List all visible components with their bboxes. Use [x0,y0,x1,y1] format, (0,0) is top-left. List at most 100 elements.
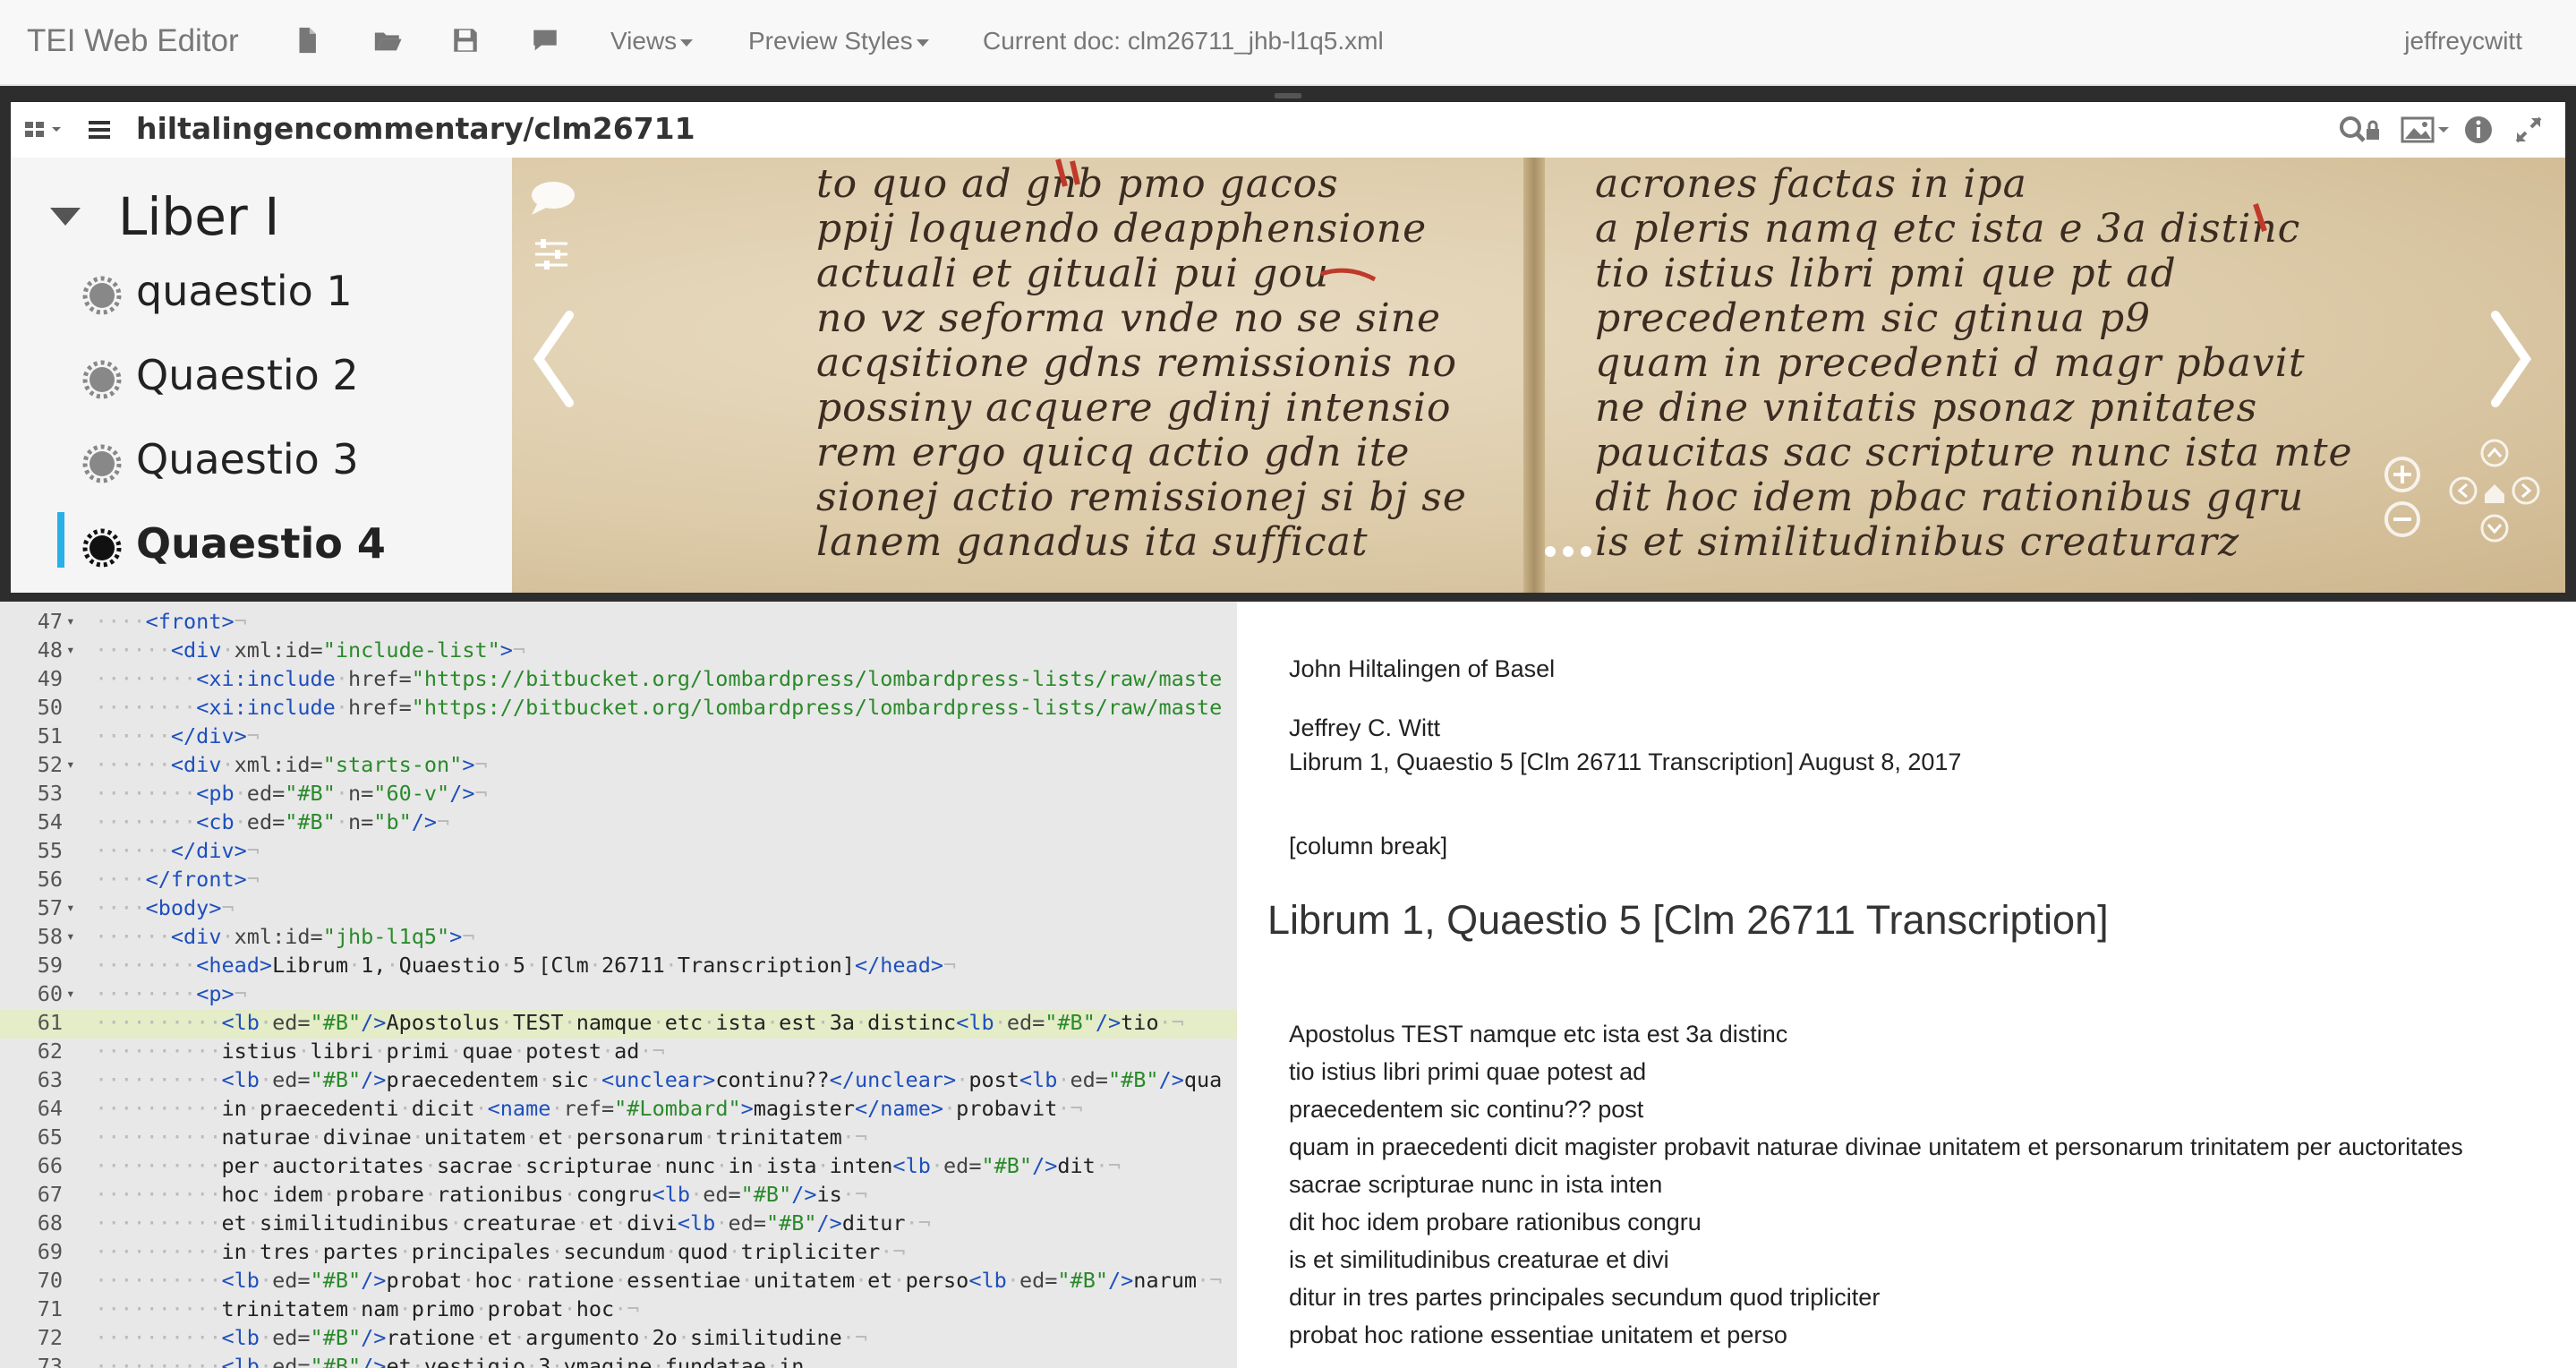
code-line[interactable]: 63 ··········<lb·ed="#B"/>praecedentem·si… [0,1067,1237,1096]
red-rubric-mark [1055,158,1080,187]
preview-styles-dropdown[interactable]: Preview Styles [748,27,929,56]
line-number: 62 [37,1039,63,1064]
search-lock-icon[interactable] [2338,115,2383,145]
code-text[interactable]: ······<div·xml:id="include-list">¬ [95,637,525,663]
preview-styles-label: Preview Styles [748,27,913,55]
code-line[interactable]: 48 ▾ ······<div·xml:id="include-list">¬ [0,637,1237,666]
code-text[interactable]: ··········<lb·ed="#B"/>praecedentem·sic·… [95,1067,1222,1092]
code-line[interactable]: 49 ········<xi:include·href="https://bitb… [0,666,1237,695]
code-text[interactable]: ········<pb·ed="#B"·n="60-v"/>¬ [95,781,488,806]
fold-toggle-icon[interactable]: ▾ [66,899,75,916]
preview-column-break: [column break] [1289,833,1448,859]
info-icon[interactable] [2463,115,2494,145]
views-dropdown[interactable]: Views [610,27,694,56]
collapse-triangle-icon[interactable] [48,206,82,227]
red-rubric-mark [2253,203,2267,232]
code-line[interactable]: 54 ········<cb·ed="#B"·n="b"/>¬ [0,809,1237,838]
code-line[interactable]: 61 ··········<lb·ed="#B"/>Apostolus·TEST·… [0,1010,1237,1039]
comment-icon[interactable] [530,25,560,56]
zoom-out-icon[interactable] [2383,500,2422,539]
code-line[interactable]: 67 ··········hoc·idem·probare·rationibus·… [0,1182,1237,1210]
comment-bubble-icon[interactable] [528,179,576,218]
user-menu[interactable]: jeffreycwitt [2404,27,2522,56]
code-text[interactable]: ····<front>¬ [95,609,247,634]
code-line[interactable]: 73 ··········<lb·ed="#B"/>et·vestigio·3·y… [0,1354,1237,1368]
folder-open-icon[interactable] [372,25,403,56]
code-text[interactable]: ········<xi:include·href="https://bitbuc… [95,666,1222,691]
code-line[interactable]: 60 ▾ ········<p>¬ [0,981,1237,1010]
toc-heading[interactable]: Liber I [118,186,279,247]
code-line[interactable]: 72 ··········<lb·ed="#B"/>ratione·et·argu… [0,1325,1237,1354]
code-text[interactable]: ··········naturae·divinae·unitatem·et·pe… [95,1124,867,1150]
code-text[interactable]: ··········trinitatem·nam·primo·probat·ho… [95,1296,639,1321]
code-text[interactable]: ··········<lb·ed="#B"/>probat·hoc·ration… [95,1268,1222,1293]
code-text[interactable]: ······</div>¬ [95,723,260,748]
code-text[interactable]: ··········in·tres·partes·principales·sec… [95,1239,906,1264]
preview-editor: Jeffrey C. Witt [1289,714,1441,741]
code-line[interactable]: 65 ··········naturae·divinae·unitatem·et·… [0,1124,1237,1153]
code-line[interactable]: 59 ········<head>Librum·1,·Quaestio·5·[Cl… [0,953,1237,981]
code-line[interactable]: 69 ··········in·tres·partes·principales·s… [0,1239,1237,1268]
code-text[interactable]: ··········hoc·idem·probare·rationibus·co… [95,1182,867,1207]
code-text[interactable]: ··········per·auctoritates·sacrae·script… [95,1153,1121,1178]
code-text[interactable]: ··········et·similitudinibus·creaturae·e… [95,1210,931,1235]
code-text[interactable]: ········<head>Librum·1,·Quaestio·5·[Clm·… [95,953,956,978]
zoom-in-icon[interactable] [2383,455,2422,494]
line-number: 59 [37,953,63,978]
manuscript-line: ne dine vnitatis psonaz pnitates [1595,385,2258,431]
code-line[interactable]: 50 ········<xi:include·href="https://bitb… [0,695,1237,723]
code-line[interactable]: 55 ······</div>¬ [0,838,1237,867]
image-icon[interactable] [2401,115,2452,145]
code-text[interactable]: ··········istius·libri·primi·quae·potest… [95,1039,665,1064]
code-text[interactable]: ······</div>¬ [95,838,260,863]
grid-view-icon[interactable] [25,116,70,143]
fold-toggle-icon[interactable]: ▾ [66,641,75,658]
fold-toggle-icon[interactable]: ▾ [66,928,75,945]
fold-toggle-icon[interactable]: ▾ [66,756,75,773]
fold-toggle-icon[interactable]: ▾ [66,985,75,1002]
code-line[interactable]: 51 ······</div>¬ [0,723,1237,752]
fullscreen-icon[interactable] [2513,115,2544,145]
code-line[interactable]: 71 ··········trinitatem·nam·primo·probat·… [0,1296,1237,1325]
toc-item-label: Quaestio 3 [136,435,359,483]
code-line[interactable]: 47 ▾ ····<front>¬ [0,609,1237,637]
next-page-icon[interactable] [2488,310,2533,408]
code-text[interactable]: ··········<lb·ed="#B"/>Apostolus·TEST·na… [95,1010,1184,1035]
code-line[interactable]: 62 ··········istius·libri·primi·quae·pote… [0,1039,1237,1067]
pan-control-icon[interactable] [2445,435,2544,551]
code-line[interactable]: 64 ··········in·praecedenti·dicit·<name·r… [0,1096,1237,1124]
previous-page-icon[interactable] [532,310,576,408]
save-icon[interactable] [450,25,481,56]
code-text[interactable]: ··········in·praecedenti·dicit·<name·ref… [95,1096,1083,1121]
fold-toggle-icon[interactable]: ▾ [66,612,75,629]
code-text[interactable]: ········<cb·ed="#B"·n="b"/>¬ [95,809,449,834]
code-text[interactable]: ········<p>¬ [95,981,247,1006]
code-line[interactable]: 68 ··········et·similitudinibus·creaturae… [0,1210,1237,1239]
code-text[interactable]: ········<xi:include·href="https://bitbuc… [95,695,1222,720]
code-line[interactable]: 56 ····</front>¬ [0,867,1237,895]
menu-icon[interactable] [88,118,111,141]
preview-paragraph-line: dit hoc idem probare rationibus congru [1289,1209,1702,1235]
code-line[interactable]: 53 ········<pb·ed="#B"·n="60-v"/>¬ [0,781,1237,809]
code-line[interactable]: 66 ··········per·auctoritates·sacrae·scri… [0,1153,1237,1182]
file-icon[interactable] [292,25,322,56]
code-line[interactable]: 70 ··········<lb·ed="#B"/>probat·hoc·rati… [0,1268,1237,1296]
sliders-icon[interactable] [532,235,571,270]
code-text[interactable]: ··········<lb·ed="#B"/>ratione·et·argume… [95,1325,867,1350]
code-line[interactable]: 52 ▾ ······<div·xml:id="starts-on">¬ [0,752,1237,781]
code-text[interactable]: ····</front>¬ [95,867,260,892]
current-doc-label: Current doc: clm26711_jhb-l1q5.xml [983,27,1384,55]
code-line[interactable]: 57 ▾ ····<body>¬ [0,895,1237,924]
app-brand[interactable]: TEI Web Editor [27,23,239,59]
resize-handle[interactable] [1275,93,1301,98]
xml-code-editor[interactable]: 47 ▾ ····<front>¬ 48 ▾ ······<div·xml:id="inc… [0,602,1237,1368]
code-text[interactable]: ····<body>¬ [95,895,235,920]
top-navbar: TEI Web Editor Views Preview Styles Curr… [0,0,2576,86]
manuscript-image[interactable]: to quo ad gnb pmo gacos ppij loquendo de… [512,158,2565,593]
line-number: 47 [37,609,63,634]
code-line[interactable]: 58 ▾ ······<div·xml:id="jhb-l1q5">¬ [0,924,1237,953]
code-text[interactable]: ······<div·xml:id="jhb-l1q5">¬ [95,924,474,949]
code-text[interactable]: ··········<lb·ed="#B"/>et·vestigio·3·yma… [95,1354,804,1368]
more-dots-icon[interactable] [1541,543,1595,560]
code-text[interactable]: ······<div·xml:id="starts-on">¬ [95,752,488,777]
